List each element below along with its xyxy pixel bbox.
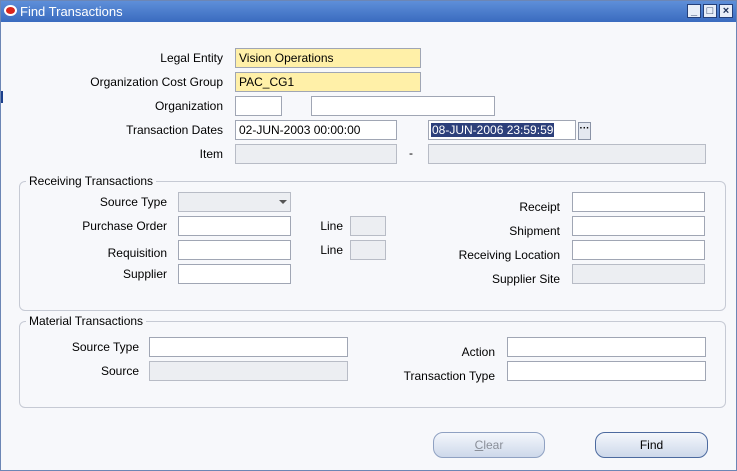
maximize-icon: □ <box>706 5 714 17</box>
requisition-field[interactable] <box>178 240 291 260</box>
find-button[interactable]: Find <box>595 432 708 458</box>
receiving-location-field[interactable] <box>572 240 705 260</box>
close-button[interactable]: × <box>719 4 733 18</box>
ellipsis-icon[interactable]: ··· <box>578 122 591 140</box>
purchase-order-field[interactable] <box>178 216 291 236</box>
find-transactions-window: Find Transactions _ □ × Legal Entity Vis… <box>0 0 737 471</box>
close-icon: × <box>722 5 730 17</box>
shipment-label: Shipment <box>509 224 560 238</box>
legal-entity-label: Legal Entity <box>160 51 223 65</box>
item-label: Item <box>199 147 223 161</box>
clear-label: lear <box>483 438 504 452</box>
purchase-order-label: Purchase Order <box>82 219 167 233</box>
transaction-type-field[interactable] <box>507 361 706 381</box>
material-source-label: Source <box>100 364 139 378</box>
po-line-label: Line <box>320 219 343 233</box>
transaction-date-from-field[interactable]: 02-JUN-2003 00:00:00 <box>235 120 397 140</box>
oracle-logo-icon <box>4 5 17 16</box>
organization-code-field[interactable] <box>235 96 282 116</box>
receiving-source-type-label: Source Type <box>99 195 167 209</box>
clear-button[interactable]: Clear <box>433 432 545 458</box>
action-field[interactable] <box>507 337 706 357</box>
item-from-field[interactable] <box>235 144 397 164</box>
receiving-source-type-select[interactable] <box>178 192 291 212</box>
org-cost-group-field[interactable]: PAC_CG1 <box>235 72 421 92</box>
material-source-field[interactable] <box>149 361 348 381</box>
supplier-site-field[interactable] <box>572 264 705 284</box>
transaction-date-to-field[interactable]: 08-JUN-2006 23:59:59 <box>428 120 576 140</box>
item-range-separator: - <box>409 146 413 160</box>
req-line-field[interactable] <box>350 240 386 260</box>
left-edge-accent <box>1 91 3 103</box>
org-cost-group-label: Organization Cost Group <box>90 75 223 89</box>
window-title: Find Transactions <box>20 4 123 19</box>
action-label: Action <box>461 345 495 359</box>
supplier-label: Supplier <box>122 267 167 281</box>
title-bar[interactable]: Find Transactions _ □ × <box>1 1 736 22</box>
organization-name-field[interactable] <box>311 96 495 116</box>
supplier-site-label: Supplier Site <box>491 272 560 286</box>
shipment-field[interactable] <box>572 216 705 236</box>
receiving-location-label: Receiving Location <box>458 248 560 262</box>
minimize-button[interactable]: _ <box>687 4 701 18</box>
receipt-label: Receipt <box>519 200 560 214</box>
receipt-field[interactable] <box>572 192 705 212</box>
receiving-transactions-title: Receiving Transactions <box>26 174 157 188</box>
requisition-label: Requisition <box>107 246 167 260</box>
supplier-field[interactable] <box>178 264 291 284</box>
po-line-field[interactable] <box>350 216 386 236</box>
transaction-date-to-selection: 08-JUN-2006 23:59:59 <box>431 123 555 137</box>
maximize-button[interactable]: □ <box>703 4 717 18</box>
item-to-field[interactable] <box>428 144 706 164</box>
chevron-down-icon <box>279 200 287 204</box>
legal-entity-field[interactable]: Vision Operations <box>235 48 421 68</box>
material-source-type-field[interactable] <box>149 337 348 357</box>
organization-label: Organization <box>154 99 223 113</box>
material-transactions-title: Material Transactions <box>26 314 147 328</box>
minimize-icon: _ <box>690 5 698 17</box>
transaction-dates-label: Transaction Dates <box>126 123 223 137</box>
transaction-type-label: Transaction Type <box>403 369 495 383</box>
req-line-label: Line <box>320 243 343 257</box>
material-source-type-label: Source Type <box>71 340 139 354</box>
